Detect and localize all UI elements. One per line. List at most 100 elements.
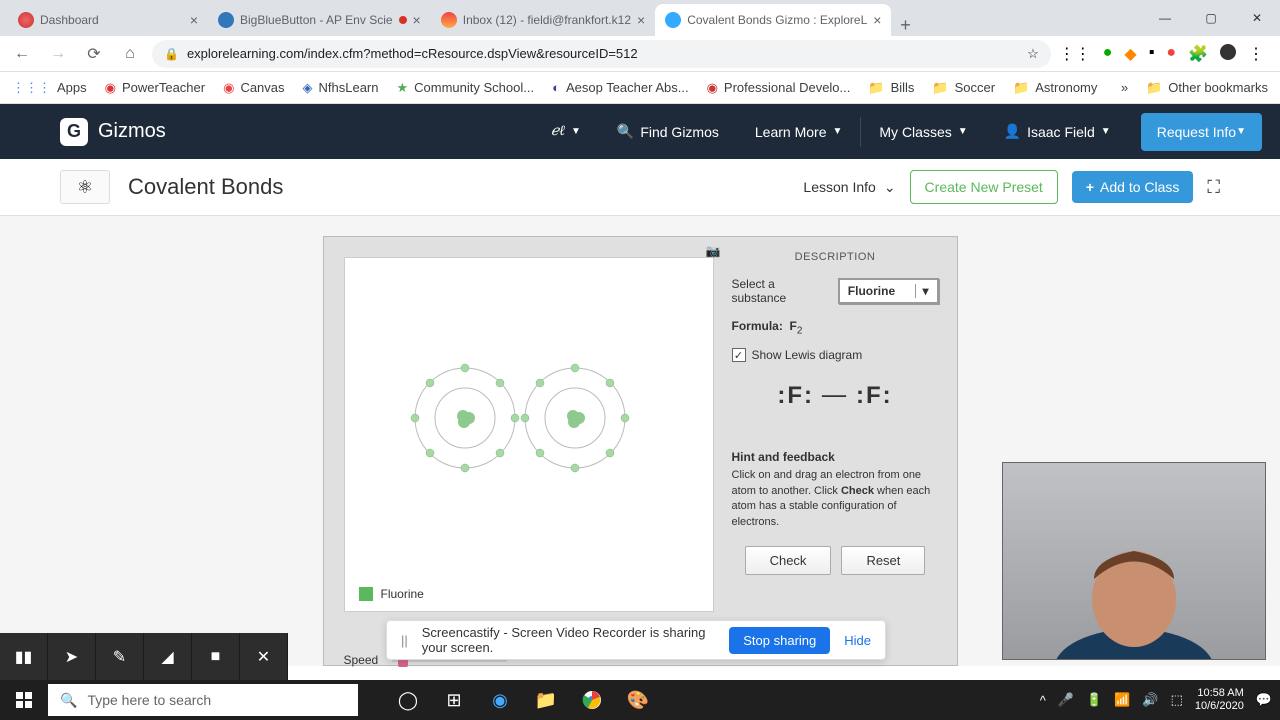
tray-overflow-icon[interactable]: ^ — [1040, 693, 1046, 708]
description-title: DESCRIPTION — [732, 251, 939, 263]
create-preset-button[interactable]: Create New Preset — [910, 170, 1058, 204]
bookmark-apps[interactable]: ⋮⋮⋮Apps — [12, 80, 87, 96]
lewis-label: Show Lewis diagram — [752, 348, 863, 362]
logo-icon[interactable]: G — [60, 118, 88, 146]
bookmark-community[interactable]: ★Community School... — [397, 80, 535, 96]
checkbox-icon[interactable]: ✓ — [732, 348, 746, 362]
ext-icon[interactable]: ◆ — [1124, 44, 1136, 64]
system-clock[interactable]: 10:58 AM10/6/2020 — [1195, 687, 1244, 713]
mic-icon[interactable]: 🎤 — [1058, 692, 1074, 708]
profile-avatar[interactable] — [1220, 44, 1236, 60]
close-rec-button[interactable]: ✕ — [240, 633, 288, 680]
recording-toolbar: ▮▮ ➤ ✎ ◢ ■ ✕ — [0, 633, 288, 680]
camera-button[interactable]: ■ — [192, 633, 240, 680]
camera-icon[interactable]: 📷 — [706, 244, 721, 258]
task-view-button[interactable]: ◯ — [386, 680, 430, 720]
lesson-info-dropdown[interactable]: Lesson Info ⌄ — [803, 179, 895, 196]
forward-button[interactable]: → — [44, 40, 72, 68]
home-button[interactable]: ⌂ — [116, 40, 144, 68]
pause-rec-button[interactable]: ▮▮ — [0, 633, 48, 680]
tab-close-icon[interactable]: × — [413, 12, 421, 28]
pointer-button[interactable]: ➤ — [48, 633, 96, 680]
tab-gizmo-active[interactable]: Covalent Bonds Gizmo : ExploreL × — [655, 4, 891, 36]
check-button[interactable]: Check — [745, 546, 832, 575]
fullscreen-icon[interactable]: ⛶ — [1207, 177, 1220, 198]
request-info-button[interactable]: Request Info ▼ — [1141, 113, 1262, 151]
tab-dashboard[interactable]: Dashboard × — [8, 4, 208, 36]
wifi-icon[interactable]: 📶 — [1114, 692, 1130, 708]
tab-title: Inbox (12) - fieldi@frankfort.k12 — [463, 13, 631, 27]
ext-icon[interactable]: ● — [1166, 44, 1176, 64]
bookmark-aesop[interactable]: ◐Aesop Teacher Abs... — [552, 80, 688, 95]
volume-icon[interactable]: 🔊 — [1142, 692, 1158, 708]
site-header: G Gizmos ℯℓ ▼ 🔍 Find Gizmos Learn More ▼… — [0, 104, 1280, 159]
eraser-button[interactable]: ◢ — [144, 633, 192, 680]
screencastify-message: Screencastify - Screen Video Recorder is… — [422, 625, 715, 655]
tab-close-icon[interactable]: × — [873, 12, 881, 28]
file-explorer-button[interactable]: 📁 — [524, 680, 568, 720]
lock-icon: 🔒 — [164, 47, 179, 61]
bookmark-nfhs[interactable]: ◈NfhsLearn — [303, 80, 379, 96]
lewis-checkbox-row[interactable]: ✓ Show Lewis diagram — [732, 348, 939, 362]
tab-bbb[interactable]: BigBlueButton - AP Env Scie × — [208, 4, 431, 36]
favicon — [441, 12, 457, 28]
ext-icon[interactable]: ⋮⋮ — [1059, 44, 1091, 64]
el-logo-dropdown[interactable]: ℯℓ ▼ — [533, 104, 599, 159]
tab-close-icon[interactable]: × — [190, 12, 198, 28]
tab-title: Dashboard — [40, 13, 184, 27]
user-dropdown[interactable]: 👤 Isaac Field ▼ — [986, 104, 1129, 159]
bookmark-prof-dev[interactable]: ◉Professional Develo... — [707, 80, 851, 96]
taskbar-app[interactable]: 🎨 — [616, 680, 660, 720]
bookmark-bills[interactable]: 📁Bills — [868, 80, 914, 96]
bookmark-canvas[interactable]: ◉Canvas — [223, 80, 284, 96]
pen-button[interactable]: ✎ — [96, 633, 144, 680]
extensions: ⋮⋮ ● ◆ ▪ ● 🧩 ⋮ — [1059, 44, 1272, 64]
cortana-button[interactable]: ⊞ — [432, 680, 476, 720]
taskbar-app[interactable]: ◉ — [478, 680, 522, 720]
logo-text[interactable]: Gizmos — [98, 120, 166, 143]
taskbar-search[interactable]: 🔍 Type here to search — [48, 684, 358, 716]
add-to-class-button[interactable]: + Add to Class — [1072, 171, 1194, 203]
other-bookmarks[interactable]: 📁Other bookmarks — [1146, 80, 1268, 96]
menu-icon[interactable]: ⋮ — [1248, 44, 1264, 64]
new-tab-button[interactable]: + — [891, 15, 919, 36]
learn-more-dropdown[interactable]: Learn More ▼ — [737, 104, 861, 159]
formula-display: Formula: F2 — [732, 319, 939, 336]
simulation-panel[interactable]: 📷 Fluorine — [344, 257, 714, 612]
screencastify-bar: || Screencastify - Screen Video Recorder… — [386, 620, 886, 660]
reset-button[interactable]: Reset — [841, 546, 925, 575]
legend: Fluorine — [359, 587, 424, 601]
start-button[interactable] — [0, 680, 48, 720]
reload-button[interactable]: ⟳ — [80, 40, 108, 68]
my-classes-dropdown[interactable]: My Classes ▼ — [861, 104, 985, 159]
bookmarks-overflow[interactable]: » — [1121, 80, 1128, 95]
chrome-button[interactable] — [570, 680, 614, 720]
find-gizmos-link[interactable]: 🔍 Find Gizmos — [599, 104, 737, 159]
address-bar: ← → ⟳ ⌂ 🔒 explorelearning.com/index.cfm?… — [0, 36, 1280, 72]
favicon — [665, 12, 681, 28]
hide-button[interactable]: Hide — [844, 633, 871, 648]
battery-icon[interactable]: 🔋 — [1086, 692, 1102, 708]
webcam-overlay[interactable] — [1002, 462, 1266, 660]
bookmark-powerteacher[interactable]: ◉PowerTeacher — [105, 80, 205, 96]
puzzle-icon[interactable]: 🧩 — [1188, 44, 1208, 64]
tab-gmail[interactable]: Inbox (12) - fieldi@frankfort.k12 × — [431, 4, 655, 36]
notifications-icon[interactable]: 💬 — [1256, 692, 1272, 708]
ext-icon[interactable]: ● — [1103, 44, 1113, 64]
browser-tab-strip: Dashboard × BigBlueButton - AP Env Scie … — [0, 0, 1280, 36]
bookmark-soccer[interactable]: 📁Soccer — [932, 80, 995, 96]
url-input[interactable]: 🔒 explorelearning.com/index.cfm?method=c… — [152, 40, 1051, 68]
maximize-button[interactable]: ▢ — [1188, 0, 1234, 36]
stop-sharing-button[interactable]: Stop sharing — [729, 627, 830, 654]
substance-select[interactable]: Fluorine▾ — [838, 278, 939, 304]
close-button[interactable]: ✕ — [1234, 0, 1280, 36]
ext-icon[interactable]: ▪ — [1149, 44, 1155, 64]
dropbox-icon[interactable]: ⬚ — [1171, 692, 1183, 708]
molecule-diagram[interactable] — [405, 358, 635, 478]
minimize-button[interactable]: — — [1142, 0, 1188, 36]
bookmark-astronomy[interactable]: 📁Astronomy — [1013, 80, 1097, 96]
star-icon[interactable]: ☆ — [1027, 46, 1039, 62]
back-button[interactable]: ← — [8, 40, 36, 68]
tab-close-icon[interactable]: × — [637, 12, 645, 28]
tab-title: BigBlueButton - AP Env Scie — [240, 13, 393, 27]
